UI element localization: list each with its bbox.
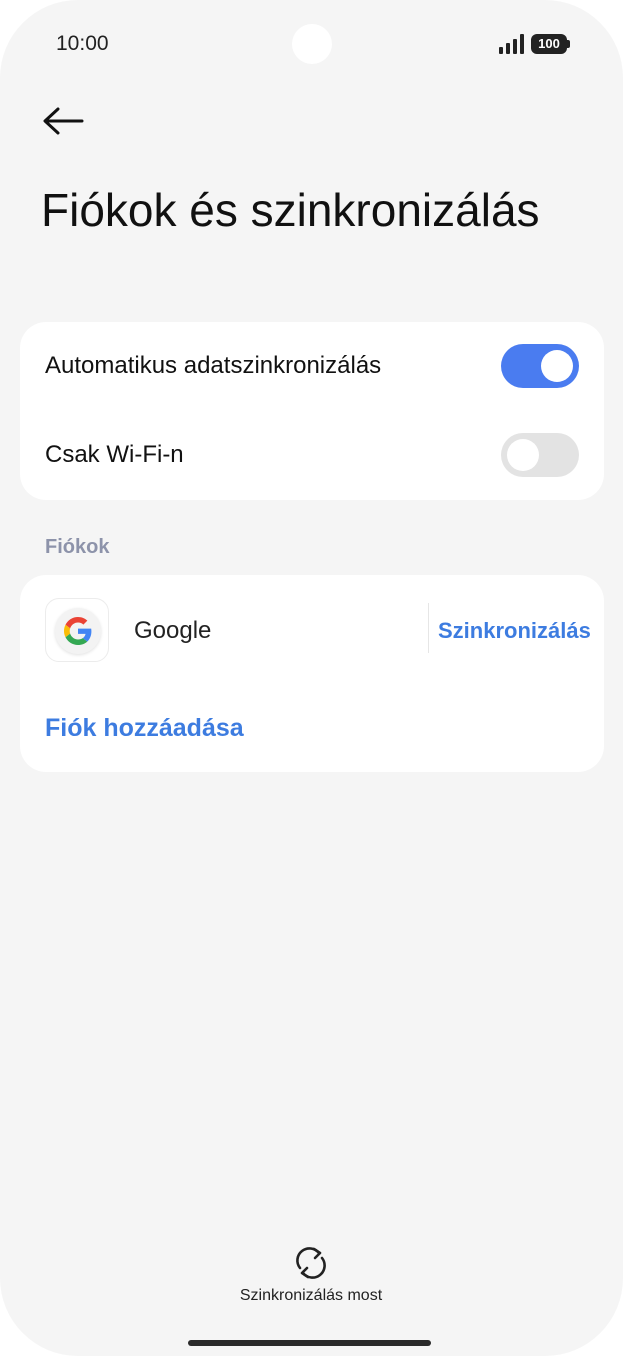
- wifi-only-label: Csak Wi-Fi-n: [45, 441, 184, 468]
- battery-level: 100: [538, 36, 560, 51]
- arrow-left-icon: [43, 107, 84, 135]
- phone-screen: 10:00 100 Fiókok és szinkronizálás Autom…: [0, 0, 623, 1356]
- status-time: 10:00: [56, 32, 109, 55]
- battery-icon: 100: [531, 34, 570, 54]
- sync-icon: [296, 1247, 326, 1279]
- signal-icon: [499, 34, 525, 54]
- wifi-only-row[interactable]: Csak Wi-Fi-n: [20, 411, 604, 500]
- google-sync-button[interactable]: Szinkronizálás: [438, 618, 591, 644]
- auto-sync-row[interactable]: Automatikus adatszinkronizálás: [20, 322, 604, 411]
- accounts-section-header: Fiókok: [45, 536, 110, 558]
- home-indicator[interactable]: [188, 1340, 431, 1346]
- sync-now-button[interactable]: Szinkronizálás most: [211, 1242, 411, 1308]
- auto-sync-label: Automatikus adatszinkronizálás: [45, 352, 382, 379]
- sync-now-label: Szinkronizálás most: [239, 1287, 383, 1304]
- google-icon: [64, 617, 92, 645]
- divider: [428, 603, 429, 653]
- google-account-icon[interactable]: [45, 598, 109, 662]
- add-account-button[interactable]: Fiók hozzáadása: [45, 714, 244, 743]
- toggle-knob: [507, 439, 539, 471]
- front-camera: [292, 24, 332, 64]
- back-button[interactable]: [40, 102, 86, 140]
- toggle-knob: [541, 350, 573, 382]
- status-bar: 10:00 100: [0, 0, 623, 90]
- google-account-name[interactable]: Google: [134, 617, 211, 645]
- accounts-card: Google Szinkronizálás Fiók hozzáadása: [20, 575, 604, 772]
- page-title: Fiókok és szinkronizálás: [41, 184, 540, 236]
- sync-settings-card: Automatikus adatszinkronizálás Csak Wi-F…: [20, 322, 604, 500]
- wifi-only-toggle[interactable]: [501, 433, 579, 477]
- auto-sync-toggle[interactable]: [501, 344, 579, 388]
